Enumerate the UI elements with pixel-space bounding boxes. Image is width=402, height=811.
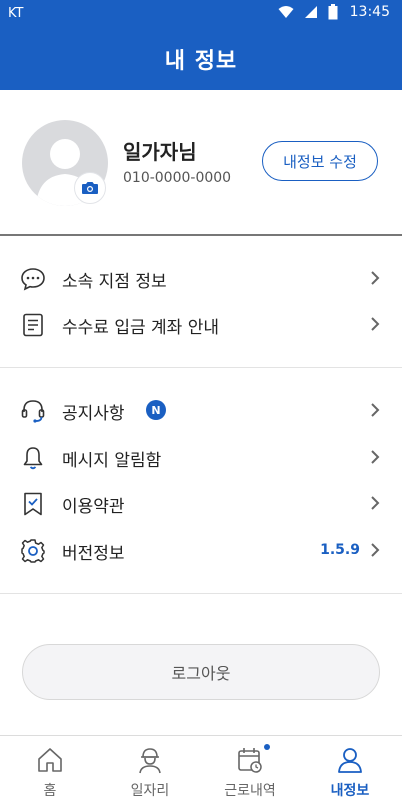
notification-dot [264, 744, 270, 750]
menu-label: 수수료 입금 계좌 안내 [62, 318, 219, 338]
bell-icon [23, 447, 43, 470]
wifi-icon [278, 6, 294, 18]
headset-icon [21, 400, 45, 423]
calendar-icon [238, 748, 262, 773]
new-badge: N [146, 400, 166, 420]
profile-section: 일가자님 010-0000-0000 내정보 수정 [0, 90, 402, 234]
worker-icon [139, 748, 161, 774]
bottom-tab-bar: 홈 일자리 근로내역 내정보 [0, 735, 402, 811]
tab-label: 홈 [43, 783, 57, 799]
tab-my-info[interactable]: 내정보 [300, 736, 400, 811]
menu-item-terms[interactable]: 이용약관 [0, 480, 402, 526]
chevron-right-icon [371, 403, 380, 417]
bookmark-check-icon [24, 492, 42, 516]
battery-icon [328, 4, 338, 20]
section-divider [0, 367, 402, 368]
menu-item-fee-account[interactable]: 수수료 입금 계좌 안내 [0, 301, 402, 347]
chevron-right-icon [371, 496, 380, 510]
camera-icon [82, 182, 98, 194]
tab-work-history[interactable]: 근로내역 [200, 736, 300, 811]
version-value: 1.5.9 [320, 542, 360, 558]
signal-icon [304, 6, 317, 18]
gear-icon [21, 539, 45, 563]
edit-profile-button[interactable]: 내정보 수정 [262, 141, 378, 181]
tab-label: 일자리 [130, 783, 170, 799]
chevron-right-icon [371, 317, 380, 331]
section-divider [0, 234, 402, 236]
chevron-right-icon [371, 450, 380, 464]
menu-label: 공지사항 [62, 404, 125, 424]
chat-bubble-icon [21, 268, 45, 291]
menu-item-notice[interactable]: 공지사항 N [0, 387, 402, 433]
menu-label: 이용약관 [62, 497, 125, 517]
status-bar: KT 13:45 [0, 0, 402, 28]
change-photo-button[interactable] [74, 172, 106, 204]
user-phone: 010-0000-0000 [123, 170, 232, 186]
chevron-right-icon [371, 543, 380, 557]
tab-jobs[interactable]: 일자리 [100, 736, 200, 811]
menu-label: 소속 지점 정보 [62, 272, 167, 292]
menu-item-message-inbox[interactable]: 메시지 알림함 [0, 434, 402, 480]
tab-label: 내정보 [330, 783, 370, 799]
menu-label: 버전정보 [62, 544, 125, 564]
clock: 13:45 [349, 4, 390, 20]
document-icon [23, 313, 43, 337]
menu-item-version[interactable]: 버전정보 1.5.9 [0, 527, 402, 573]
logout-button[interactable]: 로그아웃 [22, 644, 380, 700]
page-title: 내 정보 [164, 49, 238, 74]
chevron-right-icon [371, 271, 380, 285]
section-divider [0, 593, 402, 594]
tab-home[interactable]: 홈 [0, 736, 100, 811]
app-bar: 내 정보 [0, 28, 402, 90]
menu-item-branch-info[interactable]: 소속 지점 정보 [0, 255, 402, 301]
carrier-label: KT [8, 6, 24, 21]
status-icons: 13:45 [278, 4, 390, 20]
menu-label: 메시지 알림함 [62, 451, 162, 471]
tab-label: 근로내역 [224, 783, 276, 799]
user-name: 일가자님 [123, 140, 197, 164]
person-icon [338, 748, 362, 773]
home-icon [38, 748, 62, 772]
